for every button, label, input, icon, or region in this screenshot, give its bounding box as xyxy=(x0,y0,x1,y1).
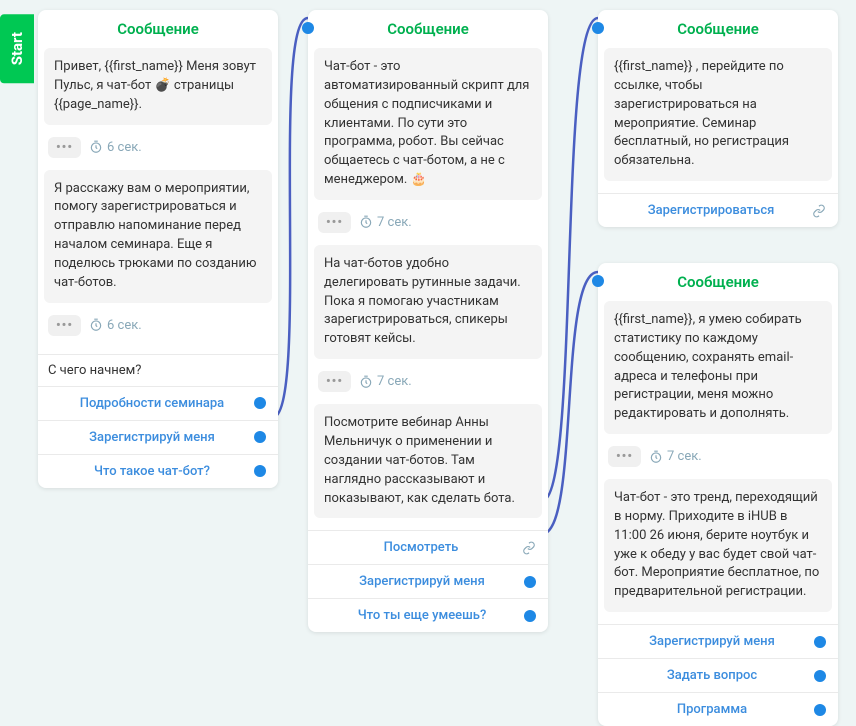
ellipsis-icon[interactable]: ••• xyxy=(318,212,351,233)
message-block: Привет, {{first_name}} Меня зовут Пульс,… xyxy=(44,48,272,125)
option-button[interactable]: Зарегистрируй меня xyxy=(38,420,278,454)
input-port[interactable] xyxy=(592,22,604,34)
output-port[interactable] xyxy=(814,670,826,682)
ellipsis-icon[interactable]: ••• xyxy=(318,371,351,392)
option-button[interactable]: Что такое чат-бот? xyxy=(38,454,278,488)
output-port[interactable] xyxy=(524,610,536,622)
flow-node-2[interactable]: Сообщение Чат-бот - это автоматизированн… xyxy=(308,10,548,632)
message-block: Чат-бот - это автоматизированный скрипт … xyxy=(314,48,542,200)
message-block: На чат-ботов удобно делегировать рутинны… xyxy=(314,245,542,359)
flow-node-1[interactable]: Сообщение Привет, {{first_name}} Меня зо… xyxy=(38,10,278,488)
input-port[interactable] xyxy=(302,22,314,34)
timer-icon xyxy=(359,215,373,229)
output-port[interactable] xyxy=(524,576,536,588)
delay-row: ••• 6 сек. xyxy=(44,131,272,164)
option-button[interactable]: Посмотреть xyxy=(308,530,548,564)
option-button[interactable]: Программа xyxy=(598,692,838,726)
link-icon xyxy=(812,204,826,218)
output-port[interactable] xyxy=(254,465,266,477)
flow-node-3[interactable]: Сообщение {{first_name}} , перейдите по … xyxy=(598,10,838,227)
option-button[interactable]: Зарегистрироваться xyxy=(598,193,838,227)
timer-icon xyxy=(89,318,103,332)
link-icon xyxy=(522,541,536,555)
output-port[interactable] xyxy=(814,636,826,648)
timer-icon xyxy=(89,140,103,154)
message-block: Посмотрите вебинар Анны Мельничук о прим… xyxy=(314,404,542,518)
node-header: Сообщение xyxy=(308,10,548,48)
prompt-text: С чего начнем? xyxy=(38,354,278,386)
message-block: {{first_name}} , перейдите по ссылке, чт… xyxy=(604,48,832,181)
message-block: Чат-бот - это тренд, переходящий в норму… xyxy=(604,479,832,612)
ellipsis-icon[interactable]: ••• xyxy=(48,315,81,336)
output-port[interactable] xyxy=(254,431,266,443)
ellipsis-icon[interactable]: ••• xyxy=(608,446,641,467)
ellipsis-icon[interactable]: ••• xyxy=(48,137,81,158)
node-header: Сообщение xyxy=(598,263,838,301)
option-button[interactable]: Что ты еще умеешь? xyxy=(308,598,548,632)
timer-icon xyxy=(359,375,373,389)
option-button[interactable]: Задать вопрос xyxy=(598,658,838,692)
delay-row: ••• 7 сек. xyxy=(314,365,542,398)
node-header: Сообщение xyxy=(38,10,278,48)
option-button[interactable]: Зарегистрируй меня xyxy=(598,624,838,658)
flow-node-4[interactable]: Сообщение {{first_name}}, я умею собират… xyxy=(598,263,838,726)
delay-row: ••• 6 сек. xyxy=(44,309,272,342)
timer-icon xyxy=(649,450,663,464)
node-header: Сообщение xyxy=(598,10,838,48)
start-tab[interactable]: Start xyxy=(0,14,34,83)
option-button[interactable]: Зарегистрируй меня xyxy=(308,564,548,598)
message-block: Я расскажу вам о мероприятии, помогу зар… xyxy=(44,170,272,303)
delay-row: ••• 7 сек. xyxy=(314,206,542,239)
input-port[interactable] xyxy=(592,275,604,287)
option-button[interactable]: Подробности семинара xyxy=(38,386,278,420)
output-port[interactable] xyxy=(254,397,266,409)
message-block: {{first_name}}, я умею собирать статисти… xyxy=(604,301,832,434)
delay-row: ••• 7 сек. xyxy=(604,440,832,473)
output-port[interactable] xyxy=(814,704,826,716)
